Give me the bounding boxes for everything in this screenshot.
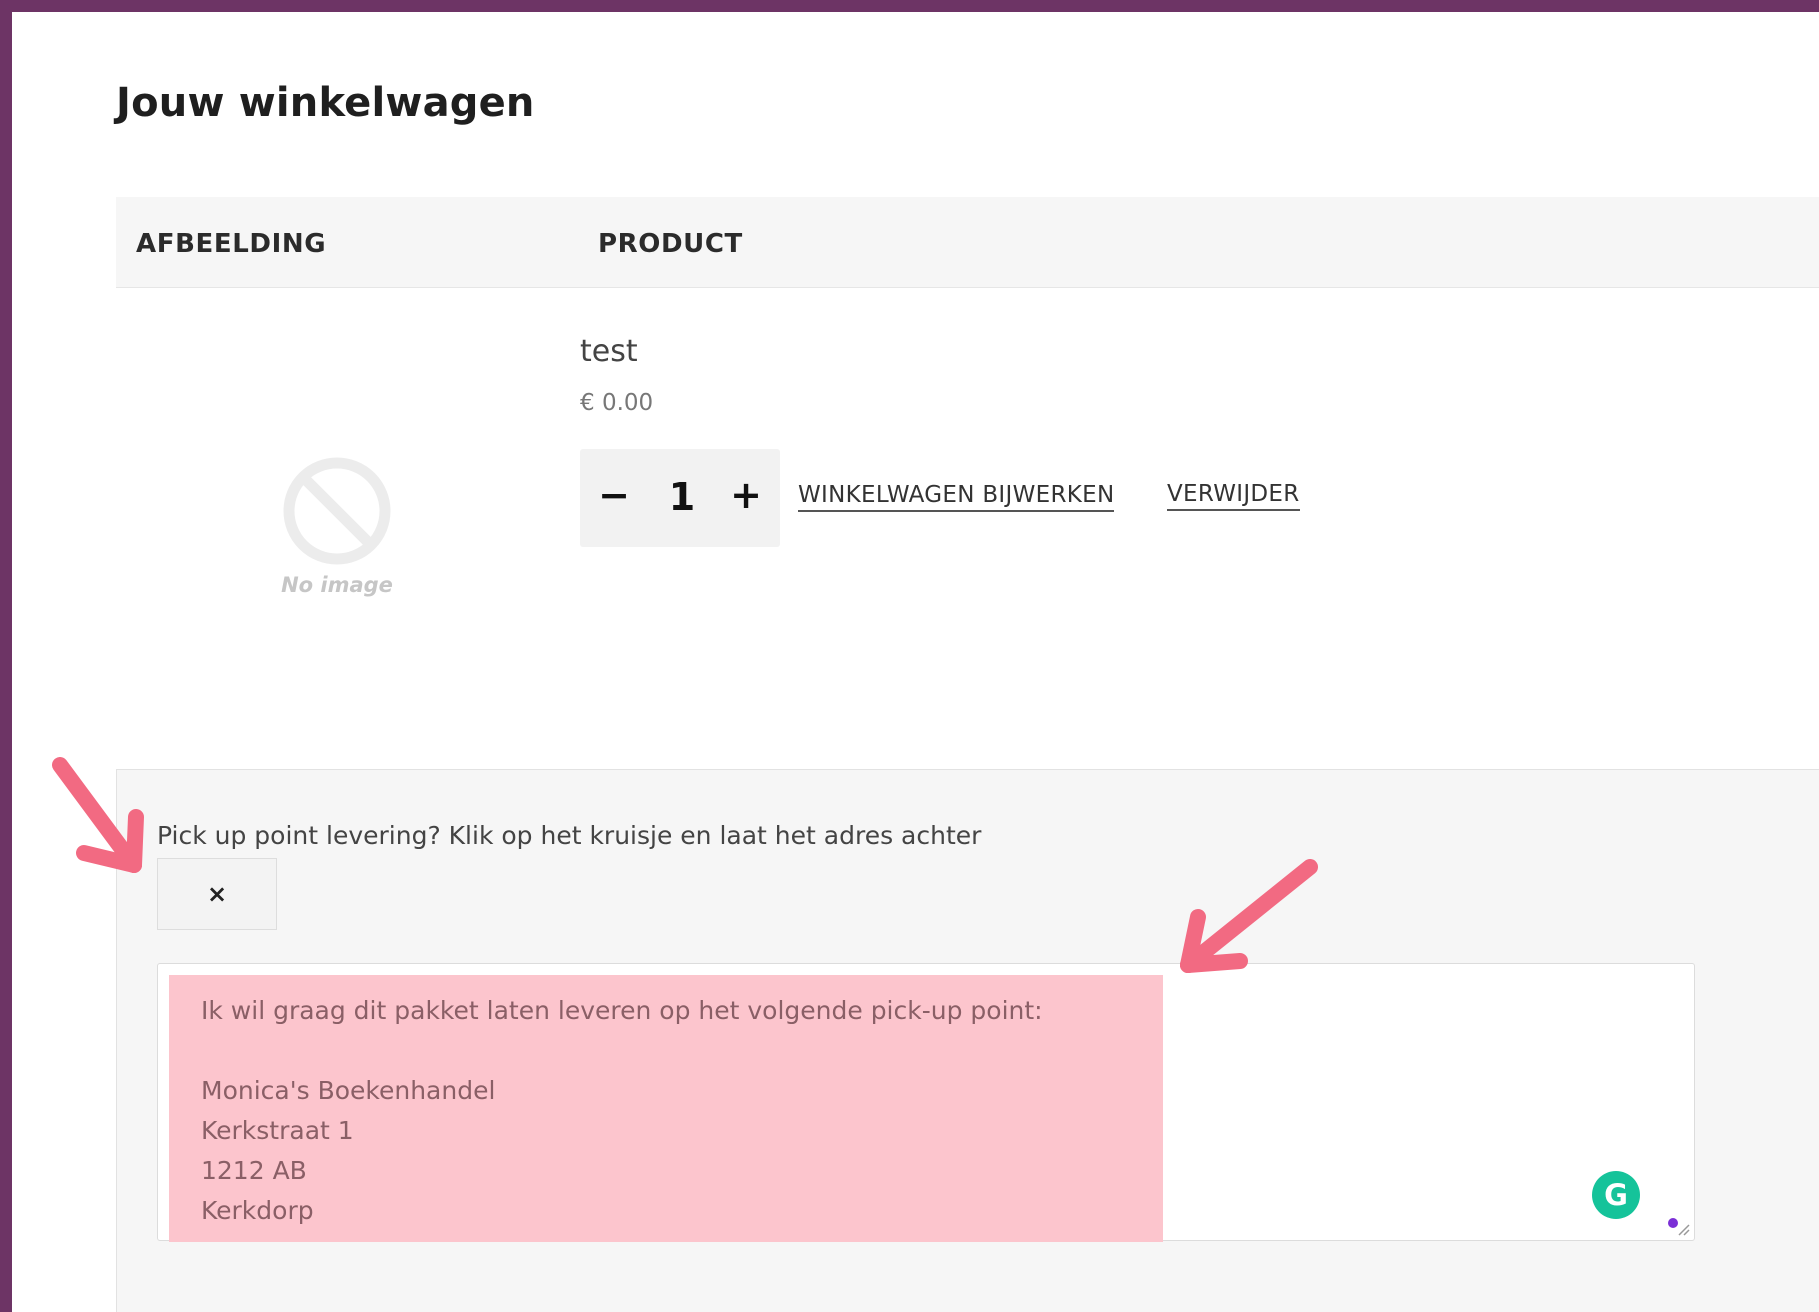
product-price: € 0.00	[580, 390, 654, 416]
product-name: test	[580, 334, 638, 369]
no-image-label: No image	[281, 573, 393, 597]
pickup-point-toggle-button[interactable]: ×	[157, 858, 277, 930]
update-cart-link[interactable]: WINKELWAGEN BIJWERKEN	[798, 482, 1115, 512]
column-header-product: PRODUCT	[598, 229, 743, 259]
annotation-arrow-icon	[1180, 859, 1318, 973]
no-image-icon	[283, 457, 391, 565]
remove-item-link[interactable]: VERWIJDER	[1167, 481, 1300, 511]
pickup-address-field: Ik wil graag dit pakket laten leveren op…	[157, 963, 1723, 1247]
pickup-address-textarea[interactable]: Ik wil graag dit pakket laten leveren op…	[169, 975, 1723, 1247]
pickup-point-question: Pick up point levering? Klik op het krui…	[157, 821, 982, 850]
grammarly-icon[interactable]: G	[1592, 1171, 1640, 1219]
pickup-point-panel: Pick up point levering? Klik op het krui…	[116, 769, 1819, 1312]
product-image-placeholder: No image	[272, 455, 402, 597]
annotation-arrow-icon	[52, 757, 144, 873]
page-frame: Jouw winkelwagen AFBEELDING PRODUCT No i…	[12, 12, 1819, 1312]
column-header-image: AFBEELDING	[136, 229, 327, 259]
page-title: Jouw winkelwagen	[116, 80, 535, 126]
quantity-input[interactable]	[650, 473, 714, 521]
quantity-decrease-button[interactable]: −	[594, 475, 634, 515]
cart-table-header: AFBEELDING PRODUCT	[116, 197, 1819, 288]
resize-handle-icon[interactable]	[1674, 1220, 1690, 1236]
quantity-stepper: − +	[580, 449, 780, 547]
quantity-increase-button[interactable]: +	[726, 475, 766, 515]
